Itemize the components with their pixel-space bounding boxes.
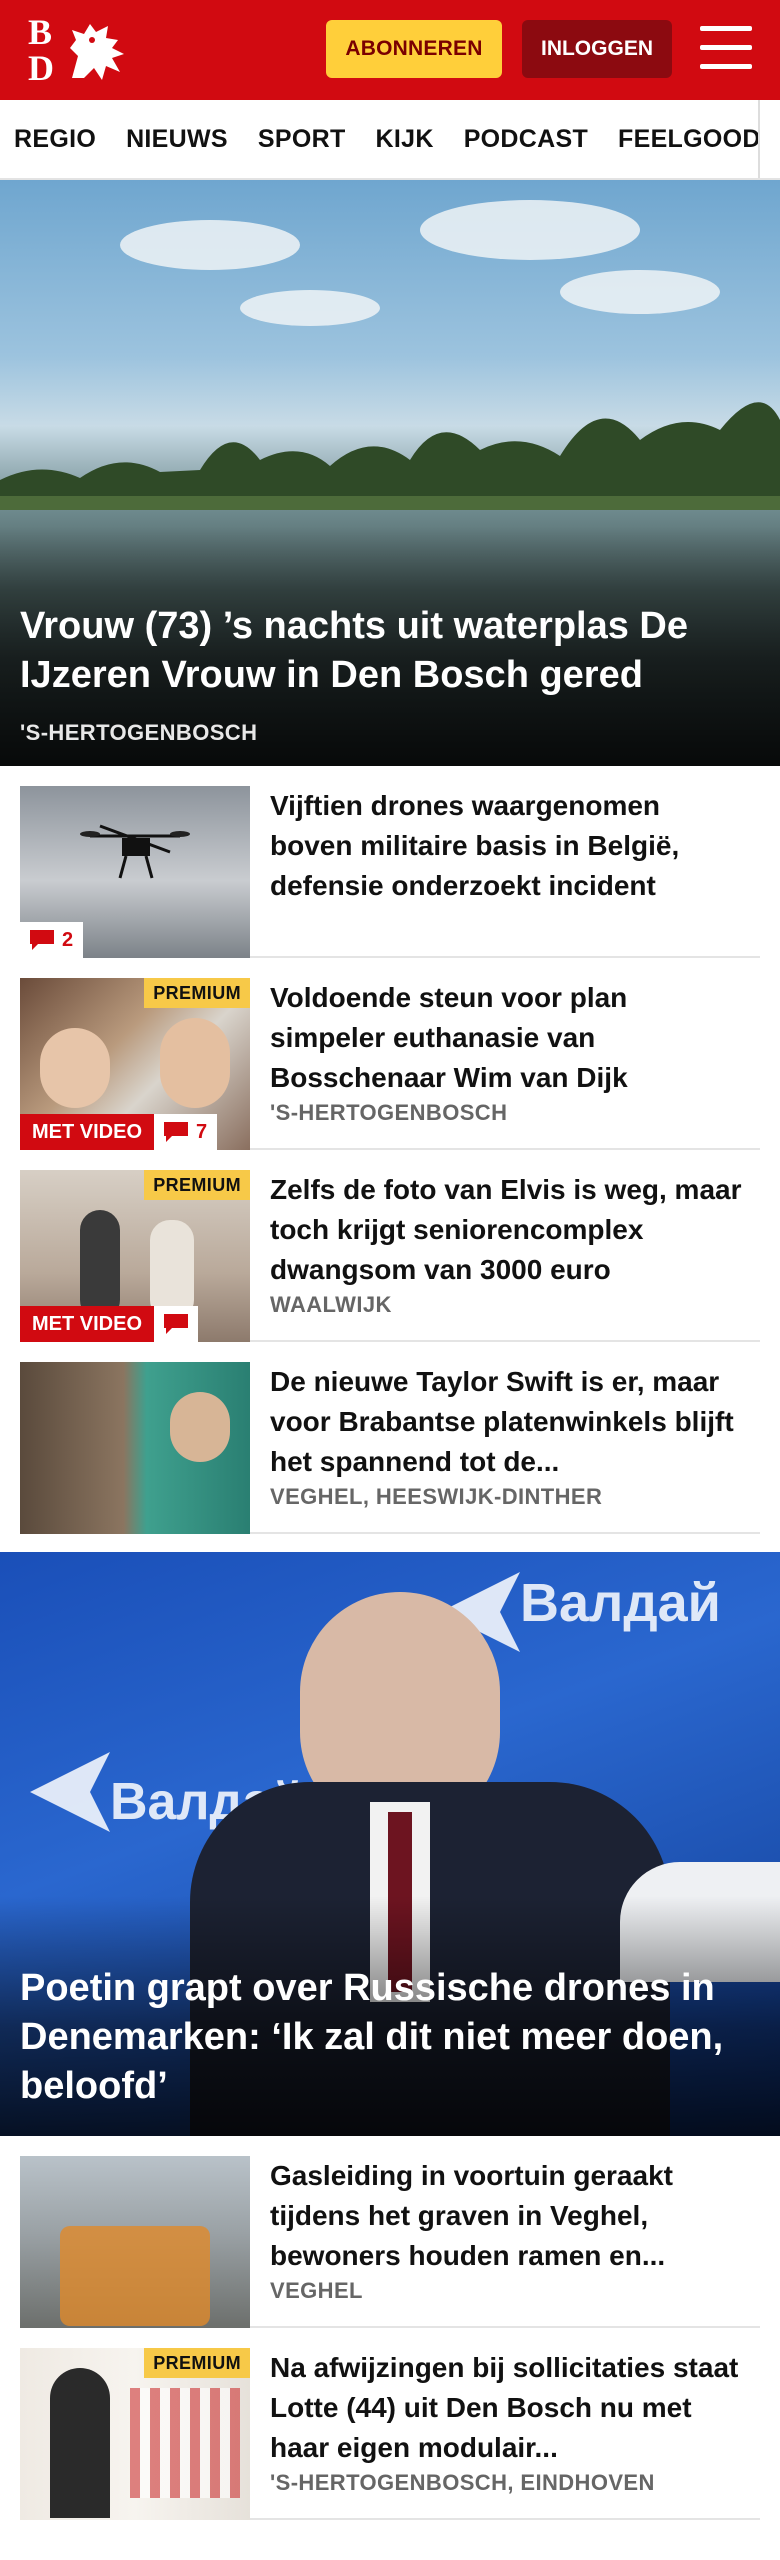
hero-article-poetin[interactable]: Валдай Валдай Poetin grapt over Russisch…	[0, 1552, 780, 2136]
comment-count[interactable]	[154, 1306, 199, 1342]
premium-badge: PREMIUM	[144, 1170, 250, 1200]
comment-count-text: 2	[62, 928, 74, 951]
nav-item-feelgood[interactable]: FEELGOOD	[618, 125, 761, 154]
article-thumbnail: PREMIUM	[20, 2348, 250, 2520]
article-title[interactable]: De nieuwe Taylor Swift is er, maar voor …	[270, 1362, 750, 1482]
logo-letter-b: B	[28, 12, 53, 52]
list-item[interactable]: PREMIUM MET VIDEO 7 Voldoende steun voor…	[20, 978, 760, 1150]
comment-count[interactable]: 7	[154, 1114, 218, 1150]
subscribe-button[interactable]: ABONNEREN	[326, 20, 502, 78]
article-title[interactable]: Na afwijzingen bij sollicitaties staat L…	[270, 2348, 750, 2468]
section-nav: REGIO NIEUWS SPORT KIJK PODCAST FEELGOOD	[0, 100, 780, 180]
hero-title[interactable]: Poetin grapt over Russische drones in De…	[20, 1964, 770, 2111]
comment-count[interactable]: 2	[20, 922, 84, 958]
drone-icon	[80, 824, 190, 879]
backdrop-logo-icon	[30, 1752, 110, 1832]
hero-title[interactable]: Vrouw (73) ’s nachts uit waterplas De IJ…	[20, 602, 760, 700]
hero-location: 'S-HERTOGENBOSCH	[20, 720, 258, 745]
lion-emblem-icon	[70, 24, 124, 80]
premium-badge: PREMIUM	[144, 978, 250, 1008]
comment-count-text: 7	[196, 1120, 208, 1143]
nav-item-kijk[interactable]: KIJK	[376, 125, 434, 154]
article-thumbnail	[20, 1362, 250, 1534]
nav-item-regio[interactable]: REGIO	[14, 125, 96, 154]
article-location: VEGHEL	[270, 2278, 363, 2303]
badge-row: 2	[20, 922, 84, 958]
article-title[interactable]: Vijftien drones waargenomen boven milita…	[270, 786, 750, 906]
nav-item-podcast[interactable]: PODCAST	[464, 125, 588, 154]
list-item[interactable]: PREMIUM MET VIDEO Zelfs de foto van Elvi…	[20, 1170, 760, 1342]
video-badge: MET VIDEO	[20, 1306, 155, 1342]
badge-row: MET VIDEO	[20, 1306, 199, 1342]
article-location: WAALWIJK	[270, 1292, 392, 1317]
logo-letter-d: D	[28, 48, 54, 88]
article-title[interactable]: Voldoende steun voor plan simpeler eutha…	[270, 978, 750, 1098]
article-location: VEGHEL, HEESWIJK-DINTHER	[270, 1484, 603, 1509]
list-item[interactable]: De nieuwe Taylor Swift is er, maar voor …	[20, 1362, 760, 1534]
premium-badge: PREMIUM	[144, 2348, 250, 2378]
hero-article-lake[interactable]: Vrouw (73) ’s nachts uit waterplas De IJ…	[0, 180, 780, 766]
comment-icon	[30, 930, 54, 950]
comment-icon	[164, 1314, 189, 1334]
top-header: B D ABONNEREN INLOGGEN	[0, 0, 780, 100]
article-thumbnail: 2	[20, 786, 250, 958]
nav-scroll-edge	[758, 100, 780, 178]
login-button[interactable]: INLOGGEN	[522, 20, 672, 78]
article-location: 'S-HERTOGENBOSCH	[270, 1100, 508, 1125]
article-title[interactable]: Gasleiding in voortuin geraakt tijdens h…	[270, 2156, 750, 2276]
video-badge: MET VIDEO	[20, 1114, 155, 1150]
list-item[interactable]: Gasleiding in voortuin geraakt tijdens h…	[20, 2156, 760, 2328]
nav-item-nieuws[interactable]: NIEUWS	[126, 125, 228, 154]
article-thumbnail: PREMIUM MET VIDEO	[20, 1170, 250, 1342]
treeline-graphic	[0, 402, 780, 510]
badge-row: MET VIDEO 7	[20, 1114, 218, 1150]
article-thumbnail	[20, 2156, 250, 2328]
list-item[interactable]: 2 Vijftien drones waargenomen boven mili…	[20, 786, 760, 958]
backdrop-logo-text: Валдай	[520, 1573, 721, 1633]
comment-icon	[164, 1122, 189, 1142]
list-item[interactable]: PREMIUM Na afwijzingen bij sollicitaties…	[20, 2348, 760, 2520]
article-title[interactable]: Zelfs de foto van Elvis is weg, maar toc…	[270, 1170, 750, 1290]
menu-icon[interactable]	[700, 26, 752, 72]
article-location: 'S-HERTOGENBOSCH, EINDHOVEN	[270, 2470, 655, 2495]
article-thumbnail: PREMIUM MET VIDEO 7	[20, 978, 250, 1150]
nav-item-sport[interactable]: SPORT	[258, 125, 346, 154]
site-logo[interactable]: B D	[24, 14, 124, 86]
